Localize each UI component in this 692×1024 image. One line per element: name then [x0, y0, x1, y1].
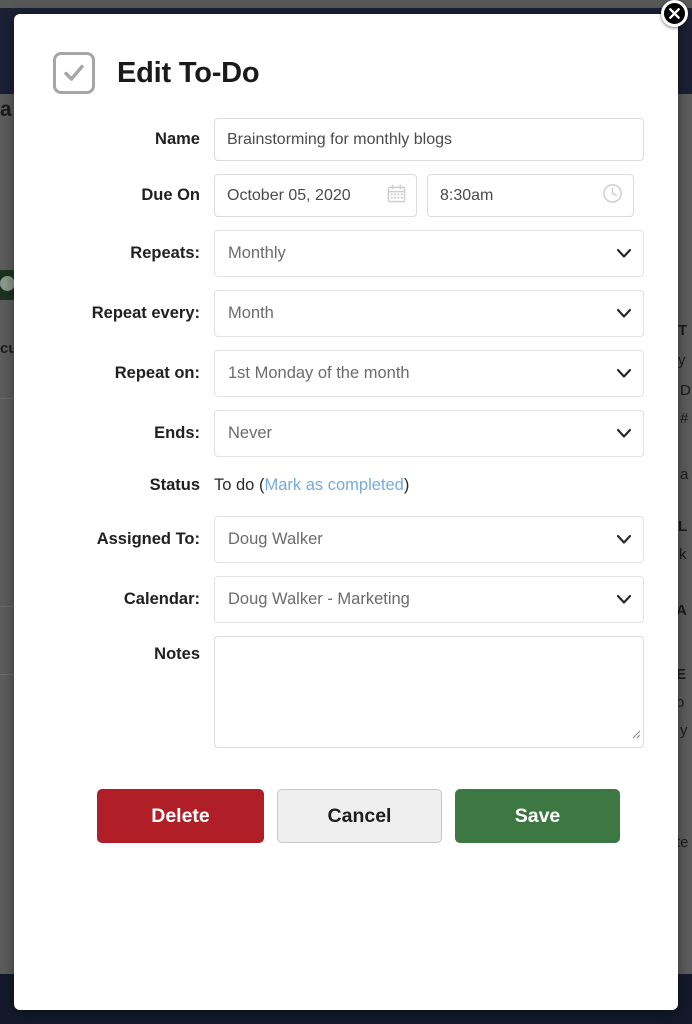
repeats-select[interactable]: Monthly: [214, 230, 644, 277]
repeat-on-control: 1st Monday of the month: [214, 350, 678, 397]
assigned-to-label: Assigned To:: [14, 516, 214, 563]
background-text-fragment: k: [679, 546, 687, 563]
due-on-control: [214, 174, 678, 217]
ends-control: Never: [214, 410, 678, 457]
checkbox-checked-icon: [53, 52, 95, 94]
due-date-input[interactable]: [214, 174, 417, 217]
status-value: To do: [214, 476, 254, 494]
assigned-to-select[interactable]: Doug Walker: [214, 516, 644, 563]
background-text-fragment: T: [678, 322, 687, 339]
repeats-control: Monthly: [214, 230, 678, 277]
status-open-paren: (: [254, 476, 264, 494]
page-title: Edit To-Do: [117, 57, 259, 90]
calendar-select-wrap: Doug Walker - Marketing: [214, 576, 644, 623]
status-control: To do (Mark as completed): [214, 471, 678, 498]
assigned-to-select-wrap: Doug Walker: [214, 516, 644, 563]
form-row-repeat-on: Repeat on: 1st Monday of the month: [14, 350, 678, 397]
status-value-group: To do (Mark as completed): [214, 471, 409, 498]
delete-button[interactable]: Delete: [97, 789, 264, 843]
form-row-status: Status To do (Mark as completed): [14, 471, 678, 498]
ends-select[interactable]: Never: [214, 410, 644, 457]
name-control: [214, 118, 678, 161]
repeat-on-select[interactable]: 1st Monday of the month: [214, 350, 644, 397]
repeats-select-wrap: Monthly: [214, 230, 644, 277]
background-text-fragment: L: [678, 518, 687, 535]
background-text-fragment: y: [680, 722, 688, 739]
status-label: Status: [14, 471, 214, 497]
due-time-field-wrap: [427, 174, 634, 217]
assigned-to-control: Doug Walker: [214, 516, 678, 563]
repeat-every-select-wrap: Month: [214, 290, 644, 337]
form-row-repeats: Repeats: Monthly: [14, 230, 678, 277]
background-text-fragment: y: [678, 352, 686, 369]
background-top-strip: [0, 0, 692, 8]
due-date-field-wrap: [214, 174, 417, 217]
edit-todo-form: Name Due On: [14, 94, 678, 843]
cancel-button[interactable]: Cancel: [277, 789, 442, 843]
notes-label: Notes: [14, 636, 214, 672]
notes-field-wrap: [214, 636, 644, 748]
form-row-due-on: Due On: [14, 174, 678, 217]
status-close-paren: ): [404, 476, 410, 494]
background-text-fragment: a: [0, 98, 12, 122]
ends-label: Ends:: [14, 410, 214, 457]
form-row-notes: Notes: [14, 636, 678, 748]
repeat-on-select-wrap: 1st Monday of the month: [214, 350, 644, 397]
background-text-fragment: #: [680, 410, 688, 427]
modal-header: Edit To-Do: [14, 14, 678, 94]
name-input[interactable]: [214, 118, 644, 161]
close-icon[interactable]: [661, 0, 688, 27]
form-row-calendar: Calendar: Doug Walker - Marketing: [14, 576, 678, 623]
form-row-ends: Ends: Never: [14, 410, 678, 457]
due-on-label: Due On: [14, 174, 214, 217]
repeat-every-label: Repeat every:: [14, 290, 214, 337]
due-time-input[interactable]: [427, 174, 634, 217]
edit-todo-modal: Edit To-Do Name Due On: [14, 14, 678, 1010]
repeat-every-control: Month: [214, 290, 678, 337]
form-row-name: Name: [14, 118, 678, 161]
ends-select-wrap: Never: [214, 410, 644, 457]
background-text-fragment: a: [680, 466, 688, 483]
calendar-control: Doug Walker - Marketing: [214, 576, 678, 623]
calendar-select[interactable]: Doug Walker - Marketing: [214, 576, 644, 623]
notes-control: [214, 636, 678, 748]
repeats-label: Repeats:: [14, 230, 214, 277]
form-row-assigned-to: Assigned To: Doug Walker: [14, 516, 678, 563]
repeat-every-select[interactable]: Month: [214, 290, 644, 337]
modal-action-buttons: Delete Cancel Save: [14, 761, 678, 843]
form-row-repeat-every: Repeat every: Month: [14, 290, 678, 337]
background-green-button-dot: [0, 276, 15, 291]
mark-as-completed-link[interactable]: Mark as completed: [264, 476, 403, 494]
background-text-fragment: D: [680, 382, 691, 399]
name-label: Name: [14, 118, 214, 161]
page-root: a cu T y D # a L k A E o y te Edit To-Do: [0, 0, 692, 1024]
notes-textarea[interactable]: [214, 636, 644, 748]
name-field-wrap: [214, 118, 644, 161]
background-right-column: T y D # a L k A E o y te: [676, 94, 692, 974]
save-button[interactable]: Save: [455, 789, 620, 843]
repeat-on-label: Repeat on:: [14, 350, 214, 397]
calendar-label: Calendar:: [14, 576, 214, 623]
